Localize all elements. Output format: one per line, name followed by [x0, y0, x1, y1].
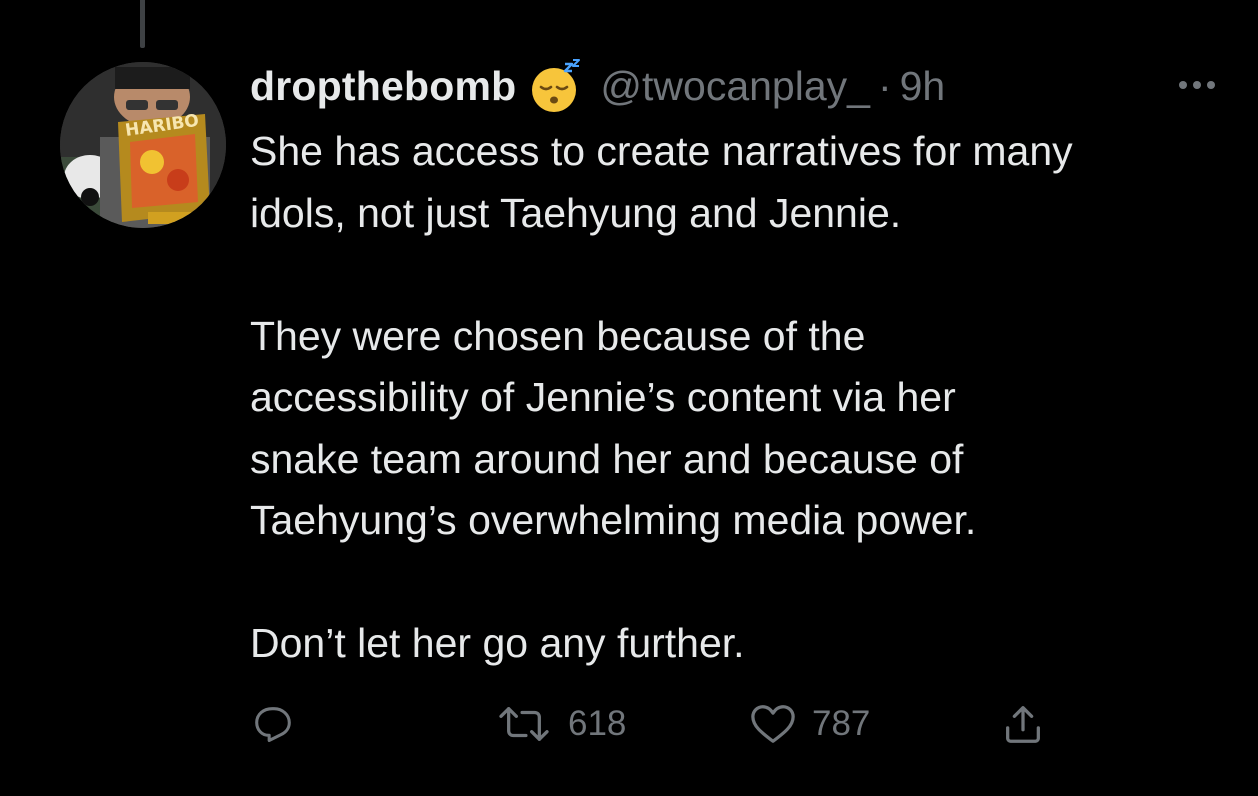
heart-icon — [751, 705, 795, 743]
share-icon — [1006, 706, 1040, 743]
sleeping-face-emoji-icon — [528, 58, 584, 114]
retweet-count: 618 — [568, 704, 627, 743]
reply-button[interactable] — [250, 694, 296, 754]
tweet-action-bar: 618 787 — [0, 694, 1258, 754]
retweet-icon — [499, 707, 549, 741]
user-handle[interactable]: @twocanplay_ — [600, 63, 870, 110]
reply-icon — [255, 707, 291, 743]
like-button[interactable]: 787 — [748, 694, 870, 754]
tweet-text: She has access to create narratives for … — [250, 128, 1073, 666]
more-options-button[interactable] — [1174, 70, 1220, 100]
separator-dot: · — [877, 62, 892, 109]
tweet-header: dropthebomb @twocanplay_ · 9h — [250, 58, 945, 114]
tweet-timestamp[interactable]: 9h — [900, 63, 946, 110]
display-name[interactable]: dropthebomb — [250, 63, 516, 110]
share-button[interactable] — [1000, 694, 1046, 754]
like-count: 787 — [812, 704, 871, 743]
thread-connector-line — [140, 0, 145, 48]
avatar[interactable]: HARIBO — [60, 62, 226, 228]
avatar-image: HARIBO — [60, 62, 226, 228]
retweet-button[interactable]: 618 — [494, 694, 626, 754]
more-horizontal-icon — [1179, 81, 1215, 89]
